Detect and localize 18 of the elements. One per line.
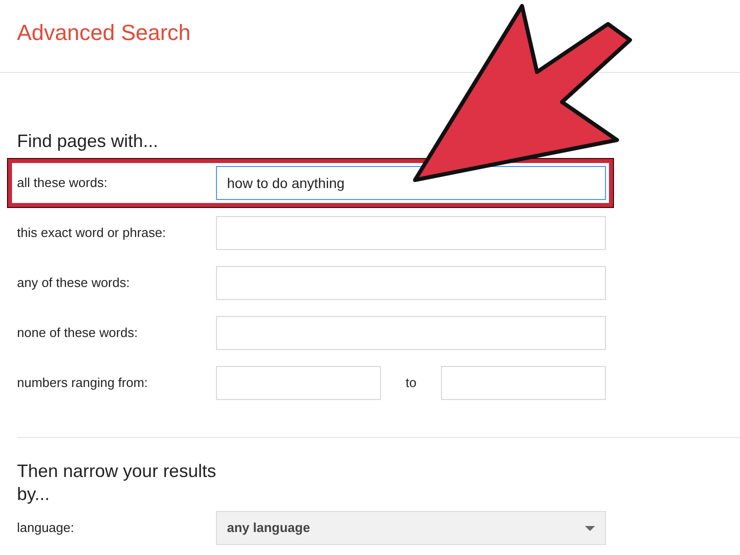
input-field[interactable]: how to do anything [216,166,606,200]
input-field[interactable] [216,316,606,350]
field-label: numbers ranging from: [17,374,149,392]
range-separator: to [404,374,418,392]
field-label: all these words: [17,174,108,192]
input-field[interactable] [441,366,606,400]
input-field[interactable] [216,366,381,400]
section-heading: Find pages with... [17,130,160,153]
language-dropdown[interactable]: any language [216,511,606,545]
field-label: language: [17,519,76,538]
input-field[interactable] [216,216,606,250]
input-field[interactable] [216,266,606,300]
section-heading: Then narrow your results by... [17,460,217,506]
page-title: Advanced Search [17,19,192,47]
field-label: this exact word or phrase: [17,224,167,242]
field-label: any of these words: [17,274,131,292]
caret-icon [585,526,595,530]
field-label: none of these words: [17,324,139,342]
